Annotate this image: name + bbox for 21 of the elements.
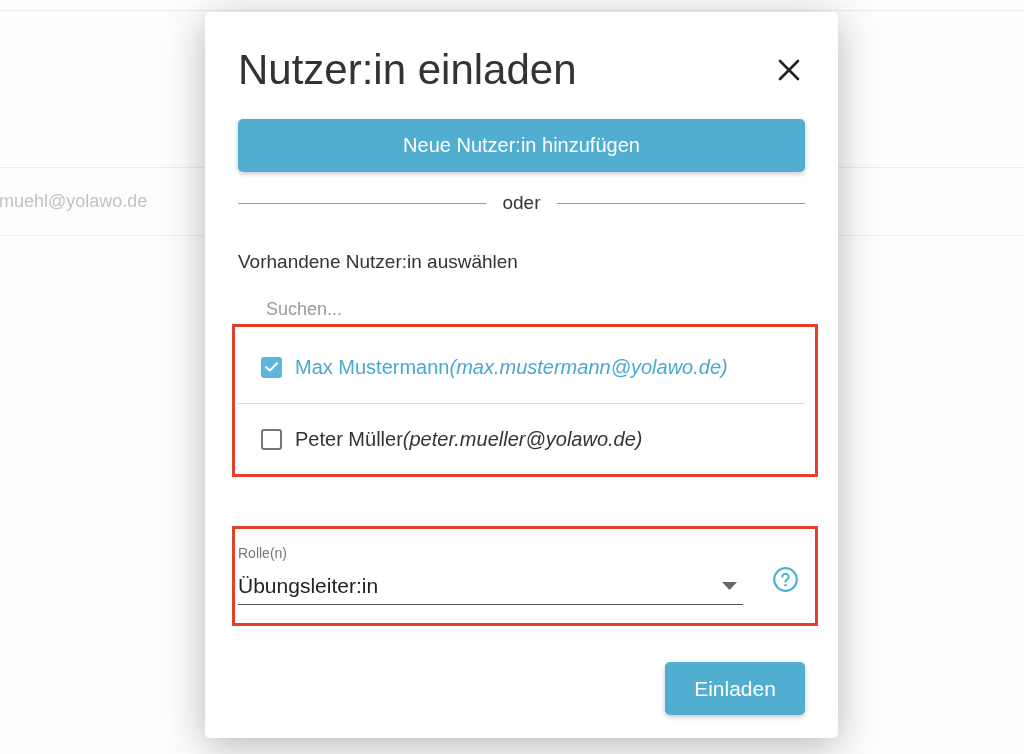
- add-user-button[interactable]: Neue Nutzer:in hinzufügen: [238, 119, 805, 172]
- role-select[interactable]: Übungsleiter:in: [238, 567, 743, 605]
- section-label: Vorhandene Nutzer:in auswählen: [238, 250, 519, 274]
- search-field[interactable]: Suchen...: [238, 294, 805, 324]
- checkmark-icon: [265, 362, 278, 372]
- checkbox[interactable]: [261, 428, 282, 450]
- dialog-title: Nutzer:in einladen: [238, 46, 577, 94]
- caret-icon: [722, 581, 737, 590]
- close-icon: [778, 59, 800, 81]
- user-email: (peter.mueller@yolawo.de): [402, 427, 643, 451]
- user-name: Max Mustermann: [295, 355, 450, 379]
- field-label: Rolle(n): [238, 544, 287, 562]
- close-button[interactable]: [778, 59, 800, 81]
- help-icon: [773, 566, 798, 592]
- checkbox[interactable]: [261, 356, 282, 378]
- user-name: Peter Müller: [295, 427, 403, 451]
- user-email: (max.mustermann@yolawo.de): [449, 355, 728, 379]
- divider-label: oder: [502, 192, 541, 214]
- email-text: muehl@yolawo.de: [0, 191, 148, 212]
- invite-button[interactable]: Einladen: [665, 662, 805, 715]
- help-button[interactable]: [773, 566, 798, 592]
